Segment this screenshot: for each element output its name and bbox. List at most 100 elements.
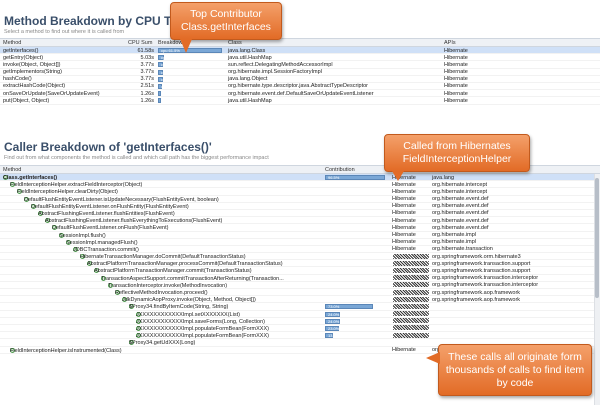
top-section-title: Method Breakdown by CPU Time	[4, 14, 192, 28]
method-name: AbstractPlatformTransactionManager.commi…	[94, 268, 252, 275]
method-name: AbstractFlushingEventListener.flushEntit…	[38, 210, 175, 217]
redacted-block	[393, 303, 429, 309]
table-row[interactable]: put(Object, Object) 1.26s cpu 1.2% java.uti…	[0, 97, 600, 105]
method-name: Class.getInterfaces()	[3, 175, 58, 181]
breakdown-text: cpu 1.2%	[161, 98, 178, 104]
tree-row[interactable]: ▾TransactionAspectSupport.commitTransact…	[0, 275, 600, 282]
callout-top-pointer	[180, 39, 192, 53]
method-name: TransactionInterceptor.invoke(MethodInvo…	[108, 282, 228, 289]
header-apis[interactable]: APIs	[444, 40, 456, 46]
tree-row[interactable]: ▸JXXXXXXXXXXXXImpl.populateFormBean(Form…	[0, 325, 600, 333]
top-section-subtitle: Select a method to find out where it is …	[4, 29, 125, 35]
method-name: DefaultFlushEventListener.onFlush(FlushE…	[52, 225, 169, 232]
method-name: JXXXXXXXXXXXXImpl.saveForms(Long, Collec…	[136, 318, 265, 325]
breakdown-bar: cpu 5.0%	[158, 55, 178, 61]
tree-row[interactable]: ▾SessionImpl.managedFlush()Hibernateorg.…	[0, 239, 600, 246]
cpu-sum: 3.77s	[140, 61, 154, 68]
caller-breakdown-table: Method Contribution Hibernate java.lang …	[0, 165, 600, 354]
package-name: java.lang	[432, 174, 455, 181]
class-name: java.lang.Class	[228, 47, 266, 54]
breakdown-text: cpu 1.2%	[161, 91, 178, 97]
breakdown-bar: cpu 3.7%	[158, 62, 178, 68]
package-name: org.springframework.aop.framework	[432, 296, 521, 303]
breakdown-bar: cpu 2.5%	[158, 83, 178, 89]
redacted-block	[393, 289, 429, 295]
api-name: Hibernate	[444, 69, 468, 76]
redacted-block	[393, 311, 429, 317]
header-class[interactable]: Class	[228, 40, 242, 46]
method-name: JDBCTransaction.commit()	[73, 246, 139, 253]
package-name: org.hibernate.intercept	[432, 181, 488, 188]
tree-row[interactable]: ▾ReflectiveMethodInvocation.proceed()org…	[0, 289, 600, 297]
tree-row[interactable]: ▸JXXXXXXXXXXXXImpl.setXXXXXXX(List)24.0%	[0, 311, 600, 318]
tree-row[interactable]: ▾Class.getInterfaces()96.5%Hibernatejava…	[0, 174, 600, 182]
header-method[interactable]: Method	[3, 40, 21, 46]
package-name: org.springframework.transaction.intercep…	[432, 275, 539, 282]
package-name: org.hibernate.impl	[432, 232, 477, 238]
scrollbar-thumb[interactable]	[595, 178, 599, 298]
tree-row[interactable]: ▾TransactionInterceptor.invoke(MethodInv…	[0, 282, 600, 289]
package-name: org.hibernate.event.def	[432, 210, 489, 217]
table-row[interactable]: hashCode() 3.77s cpu 3.7% java.lang.Object H…	[0, 76, 600, 83]
method-name: getImplementors(String)	[3, 69, 62, 76]
contribution-text: 23.0%	[328, 325, 340, 331]
tree-row[interactable]: ▾DefaultFlushEventListener.onFlush(Flush…	[0, 224, 600, 232]
callout-bottom-pointer	[426, 352, 440, 364]
tree-row[interactable]: ▾SessionImpl.flush()Hibernateorg.hiberna…	[0, 232, 600, 239]
method-name: JXXXXXXXXXXXXImpl.populateFormBean(FormX…	[136, 325, 269, 332]
tree-row[interactable]: ▾DefaultFlushEntityEventListener.onFlush…	[0, 203, 600, 210]
tree-row[interactable]: ▾AbstractFlushingEventListener.flushEnti…	[0, 210, 600, 218]
breakdown-text: cpu 3.7%	[161, 69, 178, 75]
tree-row[interactable]: ▾AbstractPlatformTransactionManager.comm…	[0, 267, 600, 275]
tree-row[interactable]: ▸JXXXXXXXXXXXXImpl.populateFormBean(Form…	[0, 332, 600, 340]
table-row[interactable]: getInterfaces() 61.58s cpu 61.5% java.lang.…	[0, 47, 600, 55]
table-row[interactable]: onSaveOrUpdate(SaveOrUpdateEvent) 1.26s cp…	[0, 90, 600, 98]
api-name: Hibernate	[392, 239, 416, 246]
package-name: org.springframework.transaction.intercep…	[432, 282, 539, 289]
contribution-text: 96.5%	[328, 175, 340, 180]
header-cpu-sum[interactable]: CPU Sum	[128, 40, 152, 46]
redacted-block	[393, 332, 429, 338]
contribution-bar: 13.0%	[325, 333, 339, 339]
api-name: Hibernate	[444, 90, 468, 97]
method-name: FieldInterceptionHelper.clearDirty(Objec…	[17, 189, 118, 196]
header-contribution[interactable]: Contribution	[325, 167, 355, 173]
contribution-text: 24.0%	[328, 318, 340, 324]
method-name: DefaultFlushEntityEventListener.isUpdate…	[24, 196, 219, 203]
table-row[interactable]: getImplementors(String) 3.77s cpu 3.7% org.…	[0, 69, 600, 76]
method-name: put(Object, Object)	[3, 97, 50, 104]
table-row[interactable]: getEntry(Object) 5.03s cpu 5.0% java.util.H…	[0, 54, 600, 62]
api-name: Hibernate	[392, 196, 416, 203]
api-name: Hibernate	[392, 203, 416, 210]
tree-row[interactable]: ▾FieldInterceptionHelper.clearDirty(Obje…	[0, 188, 600, 196]
method-name: $Proxy34.getUdXXX(Long)	[129, 340, 196, 347]
tree-row[interactable]: ▾HibernateTransactionManager.doCommit(De…	[0, 253, 600, 261]
package-name: org.hibernate.event.def	[432, 196, 489, 203]
tree-row[interactable]: ▾FieldInterceptionHelper.extractFieldInt…	[0, 181, 600, 189]
tree-row[interactable]: ▾JdkDynamicAopProxy.invoke(Object, Metho…	[0, 296, 600, 304]
tree-row[interactable]: ▾$Proxy34.findByItemCode(String, String)…	[0, 303, 600, 311]
api-name: Hibernate	[392, 188, 416, 195]
table-row[interactable]: extractHashCode(Object) 2.51s cpu 2.5% org.…	[0, 83, 600, 91]
table-row[interactable]: invoke(Object, Object[]) 3.77s cpu 3.7% sun…	[0, 61, 600, 69]
method-name: JXXXXXXXXXXXXImpl.populateFormBean(FormX…	[136, 333, 269, 340]
redacted-block	[393, 282, 429, 288]
breakdown-text: cpu 3.7%	[161, 62, 178, 68]
scrollbar[interactable]	[594, 174, 600, 405]
bottom-section-title: Caller Breakdown of 'getInterfaces()'	[4, 140, 212, 154]
tree-row[interactable]: ▾JDBCTransaction.commit()Hibernateorg.hi…	[0, 246, 600, 254]
package-name: org.hibernate.event.def	[432, 203, 489, 210]
method-name: $Proxy34.findByItemCode(String, String)	[129, 304, 229, 311]
tree-row[interactable]: ▸JXXXXXXXXXXXXImpl.saveForms(Long, Colle…	[0, 318, 600, 325]
api-name: Hibernate	[392, 246, 416, 253]
header-method[interactable]: Method	[3, 167, 21, 173]
tree-row[interactable]: ▾DefaultFlushEntityEventListener.isUpdat…	[0, 196, 600, 203]
package-name: org.hibernate.impl	[432, 239, 477, 246]
cpu-sum: 1.26s	[140, 97, 154, 104]
breakdown-bar: cpu 3.7%	[158, 76, 178, 82]
tree-row[interactable]: ▾AbstractFlushingEventListener.flushEver…	[0, 217, 600, 225]
api-name: Hibernate	[392, 210, 416, 217]
tree-row[interactable]: ▾AbstractPlatformTransactionManager.proc…	[0, 260, 600, 268]
method-name: FieldInterceptionHelper.isInstrumented(C…	[10, 347, 122, 354]
method-name: DefaultFlushEntityEventListener.onFlushE…	[31, 203, 189, 210]
